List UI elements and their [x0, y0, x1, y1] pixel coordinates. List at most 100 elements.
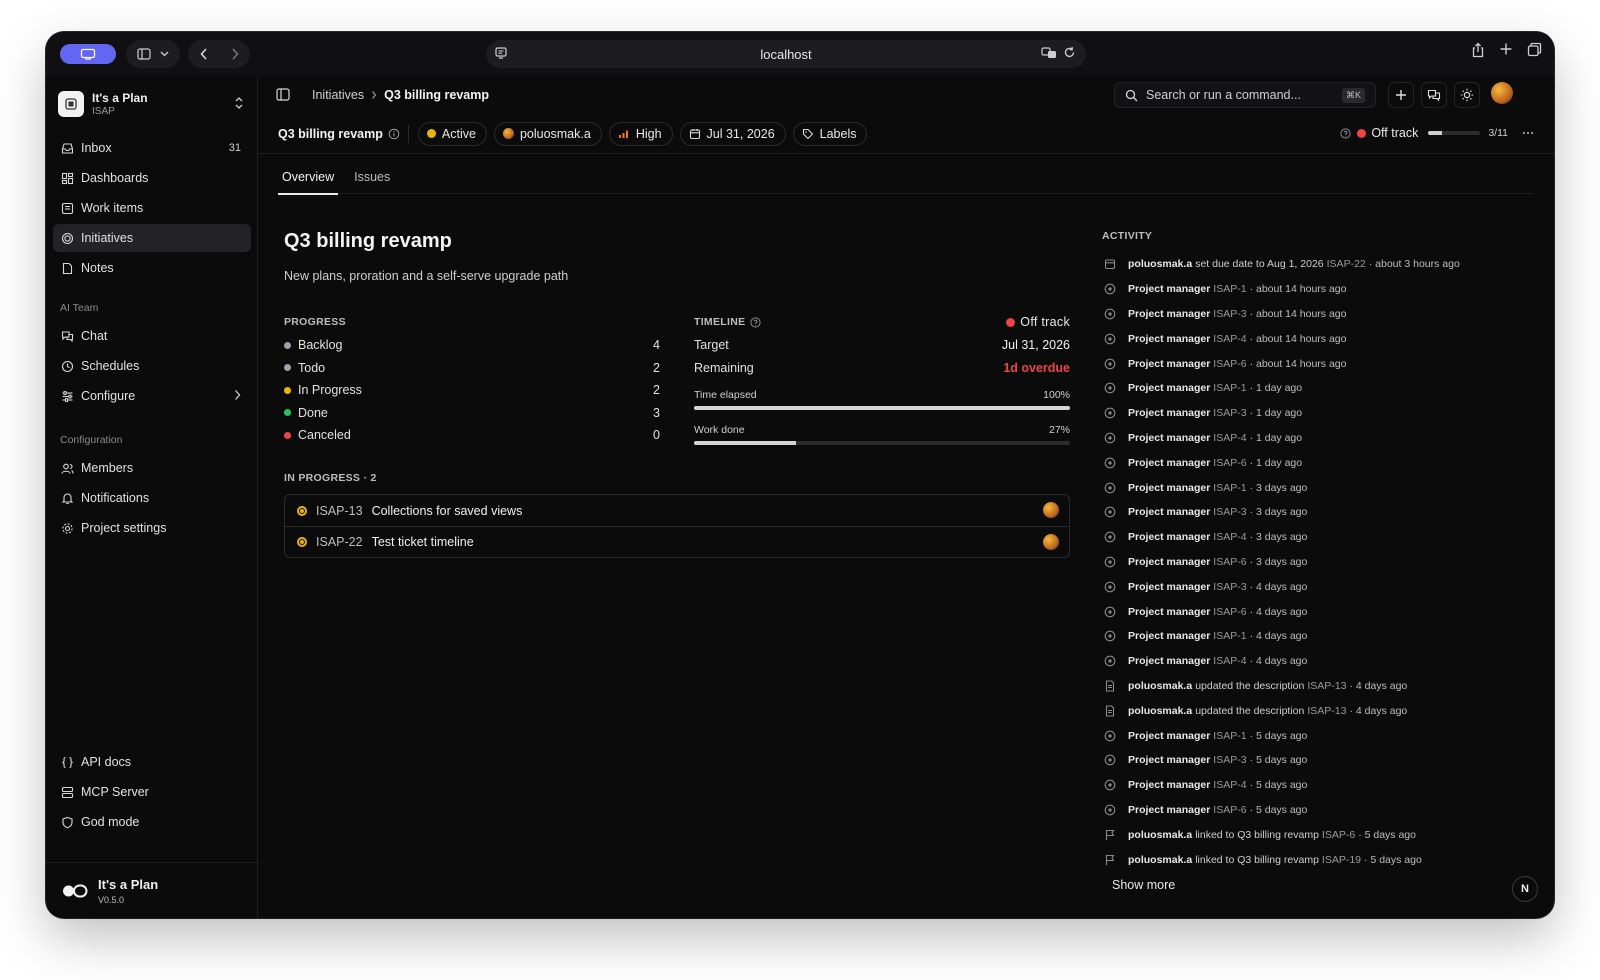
- activity-time: · about 14 hours ago: [1249, 357, 1347, 370]
- sidebar-item-project-settings[interactable]: Project settings: [53, 514, 251, 542]
- tab-overview[interactable]: Overview: [278, 162, 339, 195]
- activity-issue-link[interactable]: ISAP-4: [1213, 333, 1246, 345]
- sidebar-item-members[interactable]: Members: [53, 454, 251, 482]
- activity-issue-link[interactable]: ISAP-4: [1213, 779, 1246, 791]
- overview-panel: Q3 billing revamp New plans, proration a…: [284, 230, 1070, 558]
- chat-bubbles-icon: [1427, 89, 1441, 102]
- info-icon[interactable]: [388, 128, 400, 140]
- activity-actor: Project manager: [1128, 481, 1211, 494]
- sidebar-item-work-items[interactable]: Work items: [53, 194, 251, 222]
- activity-issue-link[interactable]: ISAP-19: [1322, 854, 1361, 866]
- back-arrow-icon[interactable]: [199, 48, 208, 60]
- sidebar-item-notifications[interactable]: Notifications: [53, 484, 251, 512]
- labels-label: Labels: [819, 126, 857, 141]
- more-options-icon[interactable]: [1522, 131, 1534, 135]
- activity-time: · about 14 hours ago: [1249, 332, 1347, 345]
- new-tab-icon[interactable]: [1499, 42, 1513, 58]
- work-items-icon: [60, 201, 74, 215]
- activity-issue-link[interactable]: ISAP-1: [1213, 730, 1246, 742]
- activity-issue-link[interactable]: ISAP-3: [1213, 407, 1246, 419]
- plus-icon: [1395, 89, 1407, 101]
- activity-issue-link[interactable]: ISAP-6: [1213, 358, 1246, 370]
- initiative-description: New plans, proration and a self-serve up…: [284, 269, 569, 283]
- activity-actor: poluosmak.a: [1128, 853, 1193, 866]
- activity-issue-link[interactable]: ISAP-3: [1213, 754, 1246, 766]
- forward-arrow-icon[interactable]: [231, 48, 239, 60]
- activity-issue-link[interactable]: ISAP-22: [1327, 258, 1366, 270]
- activity-issue-link[interactable]: ISAP-6: [1213, 606, 1246, 618]
- priority-bars-icon: [618, 128, 630, 140]
- activity-actor: Project manager: [1128, 431, 1211, 444]
- url-bar[interactable]: localhost: [486, 40, 1086, 68]
- activity-issue-link[interactable]: ISAP-1: [1213, 382, 1246, 394]
- chevron-right-icon: [234, 389, 241, 401]
- chat-button[interactable]: [1421, 82, 1447, 108]
- sidebar-item-mcp-server[interactable]: MCP Server: [53, 778, 251, 806]
- toggle-sidebar-icon[interactable]: [276, 88, 290, 101]
- issue-row[interactable]: ISAP-22 Test ticket timeline: [285, 526, 1069, 557]
- due-date-chip[interactable]: Jul 31, 2026: [679, 121, 786, 146]
- create-button[interactable]: [1388, 82, 1414, 108]
- sidebar-item-chat[interactable]: Chat: [53, 322, 251, 350]
- sidebar-item-configure[interactable]: Configure: [53, 382, 251, 410]
- sidebar-item-god-mode[interactable]: God mode: [53, 808, 251, 836]
- page-title: Q3 billing revamp: [284, 230, 452, 252]
- breadcrumb-initiatives[interactable]: Initiatives: [312, 88, 364, 102]
- activity-issue-link[interactable]: ISAP-1: [1213, 482, 1246, 494]
- command-search[interactable]: Search or run a command... ⌘K: [1114, 82, 1376, 108]
- workspace-switcher-pill[interactable]: [60, 44, 116, 64]
- activity-issue-link[interactable]: ISAP-1: [1213, 630, 1246, 642]
- activity-item: Project manager ISAP-1 · 4 days ago: [1102, 624, 1522, 649]
- divider: [407, 124, 409, 143]
- share-icon[interactable]: [1471, 42, 1485, 58]
- activity-issue-link[interactable]: ISAP-3: [1213, 308, 1246, 320]
- notes-icon: [60, 261, 74, 275]
- activity-issue-link[interactable]: ISAP-13: [1307, 705, 1346, 717]
- activity-issue-link[interactable]: ISAP-6: [1213, 457, 1246, 469]
- activity-issue-link[interactable]: ISAP-13: [1307, 680, 1346, 692]
- translate-icon[interactable]: [1041, 46, 1057, 60]
- status-chip[interactable]: Active: [417, 121, 487, 146]
- workspace-switcher[interactable]: It's a Plan ISAP: [58, 86, 248, 122]
- sidebar-item-inbox[interactable]: Inbox 31: [53, 134, 251, 162]
- activity-issue-link[interactable]: ISAP-6: [1213, 804, 1246, 816]
- tabs-overview-icon[interactable]: [1527, 42, 1542, 58]
- sidebar-item-dashboards[interactable]: Dashboards: [53, 164, 251, 192]
- tab-issues[interactable]: Issues: [350, 162, 394, 194]
- priority-chip[interactable]: High: [608, 121, 673, 146]
- activity-time: · 1 day ago: [1249, 382, 1303, 395]
- page-settings-icon[interactable]: [494, 46, 508, 60]
- activity-issue-link[interactable]: ISAP-1: [1213, 283, 1246, 295]
- assignee-avatar: [1043, 534, 1059, 550]
- activity-time: · 4 days ago: [1249, 605, 1308, 618]
- activity-issue-link[interactable]: ISAP-3: [1213, 581, 1246, 593]
- floating-n-badge[interactable]: N: [1512, 876, 1538, 902]
- sidebar-item-api-docs[interactable]: API docs: [53, 748, 251, 776]
- theme-toggle-button[interactable]: [1454, 82, 1480, 108]
- show-more-button[interactable]: Show more: [1112, 878, 1522, 892]
- priority-label: High: [635, 126, 662, 141]
- activity-issue-link[interactable]: ISAP-6: [1322, 829, 1355, 841]
- workspace-name: It's a Plan: [92, 91, 148, 105]
- activity-actor: Project manager: [1128, 754, 1211, 767]
- user-avatar[interactable]: [1491, 82, 1513, 104]
- sidebar-item-schedules[interactable]: Schedules: [53, 352, 251, 380]
- help-circle-icon[interactable]: [1340, 127, 1351, 139]
- bottom-nav: API docs MCP Server God mode: [53, 748, 251, 838]
- reload-icon[interactable]: [1063, 46, 1076, 60]
- activity-issue-link[interactable]: ISAP-4: [1213, 432, 1246, 444]
- activity-issue-link[interactable]: ISAP-3: [1213, 506, 1246, 518]
- issue-row[interactable]: ISAP-13 Collections for saved views: [285, 495, 1069, 526]
- help-circle-icon[interactable]: [750, 316, 762, 328]
- progress-label: Canceled: [298, 428, 351, 443]
- activity-issue-link[interactable]: ISAP-4: [1213, 531, 1246, 543]
- labels-chip[interactable]: Labels: [792, 121, 868, 146]
- sidebar-item-initiatives[interactable]: Initiatives: [53, 224, 251, 252]
- activity-issue-link[interactable]: ISAP-6: [1213, 556, 1246, 568]
- screen-icon: [80, 48, 96, 60]
- activity-issue-link[interactable]: ISAP-4: [1213, 655, 1246, 667]
- browser-sidebar-toggle[interactable]: [126, 40, 180, 68]
- timeline-target-row: Target Jul 31, 2026: [694, 334, 1070, 357]
- owner-chip[interactable]: poluosmak.a: [493, 121, 602, 146]
- sidebar-item-notes[interactable]: Notes: [53, 254, 251, 282]
